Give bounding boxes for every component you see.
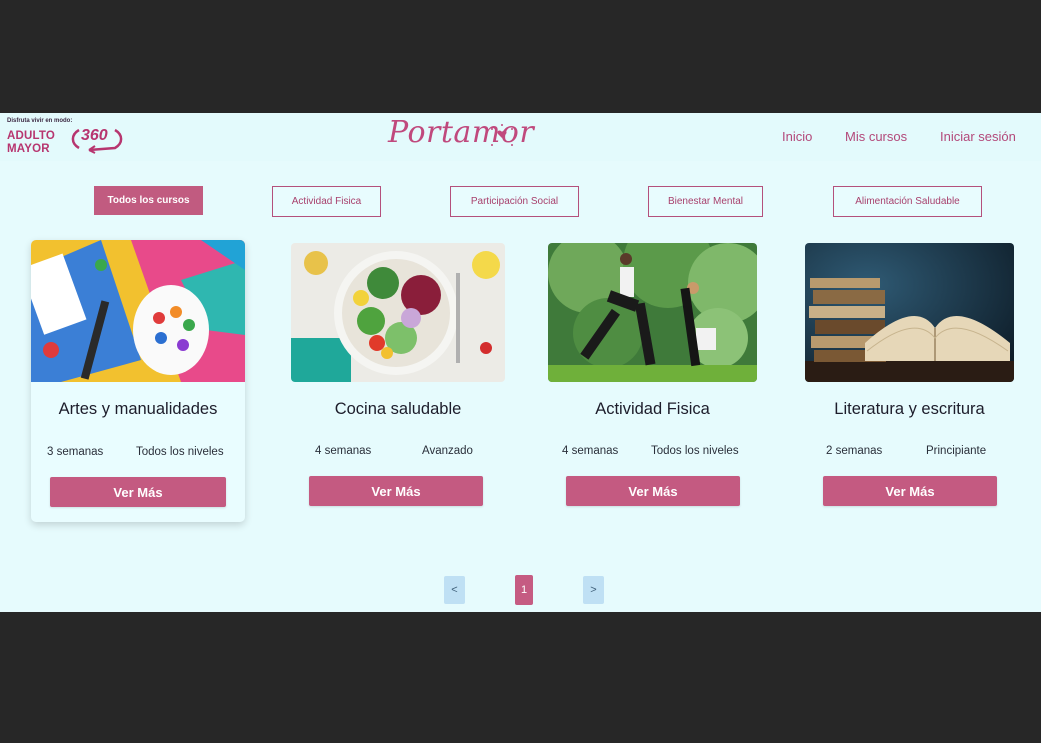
- course-title: Actividad Fisica: [595, 400, 710, 418]
- ver-mas-button[interactable]: Ver Más: [50, 477, 226, 507]
- course-title: Artes y manualidades: [58, 400, 218, 418]
- course-level: Todos los niveles: [136, 446, 224, 458]
- adulto-mayor-360-logo[interactable]: Disfruta vivir en modo: ADULTO MAYOR 360: [7, 118, 127, 158]
- course-duration: 2 semanas: [826, 445, 883, 457]
- filter-participacion-social[interactable]: Participación Social: [450, 186, 579, 217]
- filter-alimentacion-saludable[interactable]: Alimentación Saludable: [833, 186, 982, 217]
- nav-inicio[interactable]: Inicio: [782, 129, 812, 144]
- course-image-stretching-couple: [548, 243, 757, 382]
- portamor-logo[interactable]: Portamor: [388, 115, 534, 155]
- course-duration: 4 semanas: [315, 445, 372, 457]
- course-image-salad-bowl: [291, 243, 505, 382]
- course-level: Principiante: [926, 445, 987, 457]
- heart-icon: [491, 124, 513, 146]
- page: Disfruta vivir en modo: ADULTO MAYOR 360…: [0, 113, 1041, 612]
- badge-number: 360: [81, 127, 108, 144]
- ver-mas-button[interactable]: Ver Más: [823, 476, 997, 506]
- filter-bienestar-mental[interactable]: Bienestar Mental: [648, 186, 763, 217]
- pagination-next-button[interactable]: >: [583, 576, 604, 604]
- header: Disfruta vivir en modo: ADULTO MAYOR 360…: [0, 113, 1041, 161]
- course-title: Cocina saludable: [334, 400, 462, 418]
- badge-line-mayor: MAYOR: [7, 143, 50, 155]
- course-level: Todos los niveles: [651, 445, 739, 457]
- badge-line-adulto: ADULTO: [7, 130, 56, 142]
- course-duration: 3 semanas: [47, 446, 104, 458]
- course-image-art-supplies: [31, 240, 245, 382]
- filter-actividad-fisica[interactable]: Actividad Fisica: [272, 186, 381, 217]
- course-image-open-books: [805, 243, 1014, 382]
- badge-360: 360: [69, 124, 125, 154]
- ver-mas-button[interactable]: Ver Más: [566, 476, 740, 506]
- nav-mis-cursos[interactable]: Mis cursos: [845, 129, 907, 144]
- nav-iniciar-sesion[interactable]: Iniciar sesión: [940, 129, 1016, 144]
- pagination-page-1[interactable]: 1: [515, 575, 533, 605]
- ver-mas-button[interactable]: Ver Más: [309, 476, 483, 506]
- pagination-prev-button[interactable]: <: [444, 576, 465, 604]
- course-level: Avanzado: [422, 445, 473, 457]
- filter-todos-los-cursos[interactable]: Todos los cursos: [94, 186, 203, 215]
- badge-tagline: Disfruta vivir en modo:: [7, 118, 73, 124]
- course-title: Literatura y escritura: [834, 400, 985, 418]
- course-duration: 4 semanas: [562, 445, 619, 457]
- course-card[interactable]: Artes y manualidades 3 semanas Todos los…: [31, 240, 245, 522]
